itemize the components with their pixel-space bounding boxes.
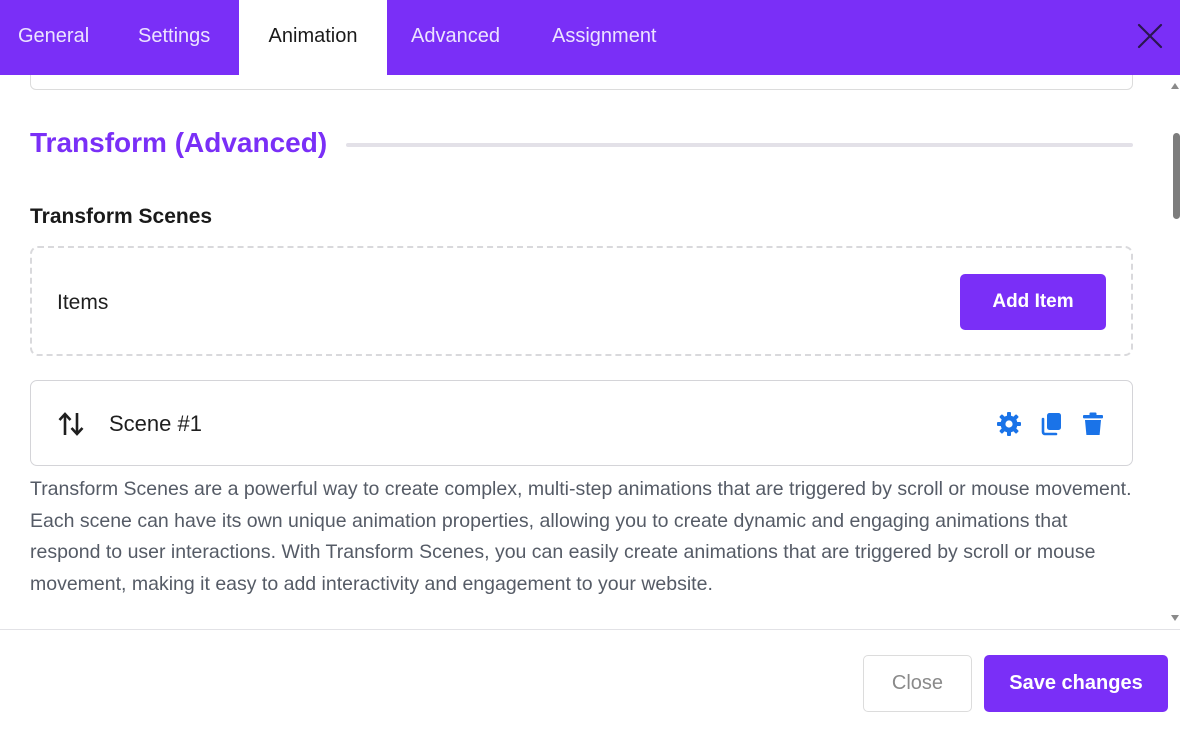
items-label: Items bbox=[57, 291, 109, 314]
section-divider bbox=[346, 143, 1133, 147]
tab-settings[interactable]: Settings bbox=[138, 0, 210, 75]
modal-body: Transform (Advanced) Transform Scenes It… bbox=[0, 75, 1168, 629]
items-repeater-header: Items Add Item bbox=[30, 246, 1133, 356]
transform-scenes-description: Transform Scenes are a powerful way to c… bbox=[30, 478, 1132, 595]
tab-general[interactable]: General bbox=[18, 0, 89, 75]
previous-field-card bbox=[30, 75, 1133, 90]
close-button[interactable]: Close bbox=[863, 655, 972, 712]
scroll-thumb[interactable] bbox=[1173, 133, 1180, 219]
scene-item[interactable]: Scene #1 bbox=[30, 380, 1133, 466]
gear-icon[interactable] bbox=[996, 411, 1022, 437]
transform-scenes-heading: Transform Scenes bbox=[30, 205, 213, 228]
copy-icon[interactable] bbox=[1038, 411, 1064, 437]
scroll-up-icon[interactable] bbox=[1171, 83, 1179, 89]
tab-animation[interactable]: Animation bbox=[239, 0, 387, 75]
trash-icon[interactable] bbox=[1080, 411, 1106, 437]
section-title: Transform (Advanced) bbox=[30, 127, 328, 158]
tab-advanced[interactable]: Advanced bbox=[411, 0, 500, 75]
close-icon[interactable] bbox=[1134, 20, 1166, 52]
add-item-button[interactable]: Add Item bbox=[960, 274, 1106, 330]
save-changes-button[interactable]: Save changes bbox=[984, 655, 1168, 712]
modal-tab-bar: General Settings Animation Advanced Assi… bbox=[0, 0, 1180, 75]
scene-label: Scene #1 bbox=[109, 411, 202, 436]
tab-assignment[interactable]: Assignment bbox=[552, 0, 657, 75]
scroll-down-icon[interactable] bbox=[1171, 615, 1179, 621]
modal-footer: Close Save changes bbox=[0, 629, 1180, 733]
content-scrollbar[interactable] bbox=[1168, 75, 1180, 629]
sort-arrows-icon[interactable] bbox=[57, 411, 85, 437]
